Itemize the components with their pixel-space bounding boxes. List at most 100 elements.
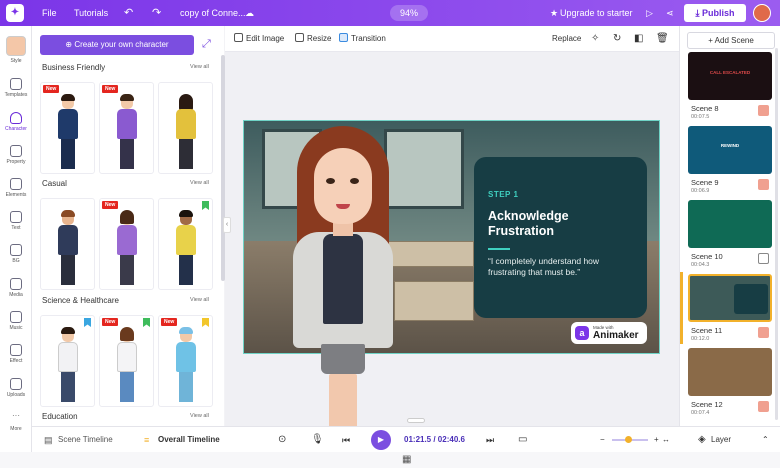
subtitle-icon[interactable]: ▭	[518, 427, 527, 453]
zoom-in-icon[interactable]: +	[654, 427, 659, 453]
play-button[interactable]: ▶	[371, 430, 391, 450]
transition-icon	[339, 33, 348, 42]
share-icon[interactable]: ⋖	[666, 0, 674, 26]
character-neck	[333, 222, 353, 236]
rail-label: Elements	[5, 192, 27, 198]
scene-thumbnail[interactable]: CALL ESCALATED	[688, 52, 772, 100]
timeline-resize-handle[interactable]	[407, 418, 425, 423]
left-rail: Style Templates Character Property Eleme…	[0, 26, 32, 468]
rail-templates[interactable]: Templates	[0, 78, 32, 98]
rail-effect[interactable]: Effect	[0, 344, 32, 364]
rail-more[interactable]: ··· More	[0, 412, 32, 433]
scene-thumbnail[interactable]	[688, 348, 772, 396]
scene-thumbnail-active[interactable]	[688, 274, 772, 322]
create-character-label: Create your own character	[74, 40, 169, 49]
character-card[interactable]	[158, 82, 213, 174]
expand-icon[interactable]: ⤢	[202, 38, 214, 50]
user-avatar[interactable]	[753, 4, 771, 22]
character-figure	[175, 210, 197, 287]
replace-button[interactable]: Replace	[552, 26, 581, 52]
collapse-panel-icon[interactable]: ‹	[223, 217, 231, 233]
selected-character[interactable]	[279, 126, 409, 428]
view-all-link[interactable]: View all	[190, 64, 209, 70]
magic-wand-icon[interactable]: ✧	[591, 26, 599, 52]
effect-icon	[10, 344, 22, 356]
scenes-scrollbar[interactable]	[775, 48, 778, 420]
rail-text[interactable]: Text	[0, 211, 32, 231]
animaker-logo-icon[interactable]: ✦	[6, 4, 24, 22]
grid-icon[interactable]: ▦	[402, 454, 411, 465]
rail-music[interactable]: Music	[0, 311, 32, 331]
resize-button[interactable]: Resize	[295, 26, 331, 52]
watermark-brand: Animaker	[593, 330, 639, 341]
upgrade-link[interactable]: Upgrade to starter	[560, 0, 633, 26]
thumb-panel	[734, 284, 768, 314]
new-badge: New	[102, 85, 119, 93]
stage-area: ‹ STEP 1 Acknowledge Frustration “I comp…	[223, 52, 679, 428]
media-icon	[10, 278, 22, 290]
character-mouth	[336, 204, 350, 209]
microphone-icon[interactable]: 🎙	[311, 427, 324, 453]
add-scene-button[interactable]: + Add Scene	[687, 32, 775, 49]
scene-name: Scene 11	[691, 326, 723, 335]
rail-character[interactable]: Character	[0, 112, 32, 132]
uploads-icon	[10, 378, 22, 390]
rail-style[interactable]: Style	[0, 36, 32, 64]
rail-media[interactable]: Media	[0, 278, 32, 298]
view-all-link[interactable]: View all	[190, 413, 209, 419]
transition-button[interactable]: Transition	[339, 26, 386, 52]
redo-icon[interactable]: ↷	[152, 0, 161, 26]
step-heading: Acknowledge Frustration	[488, 209, 569, 238]
reset-icon[interactable]: ↻	[613, 26, 621, 52]
slider-knob[interactable]	[625, 436, 632, 443]
flip-icon[interactable]: ◧	[634, 26, 643, 52]
timeline-zoom-slider[interactable]	[612, 436, 648, 443]
character-card[interactable]: New	[40, 82, 95, 174]
scene-timeline-tab[interactable]: Scene Timeline	[58, 427, 113, 453]
create-character-button[interactable]: ⊕ Create your own character	[40, 35, 194, 55]
view-all-link[interactable]: View all	[190, 180, 209, 186]
delete-icon[interactable]: 🗑	[656, 26, 669, 52]
view-all-link[interactable]: View all	[190, 297, 209, 303]
preview-play-icon[interactable]: ▷	[646, 0, 653, 26]
zoom-level[interactable]: 94%	[390, 5, 429, 21]
zoom-out-icon[interactable]: −	[600, 427, 605, 453]
character-card[interactable]: New	[158, 315, 213, 407]
rail-label: Music	[9, 325, 23, 331]
undo-icon[interactable]: ↶	[124, 0, 133, 26]
focus-icon[interactable]: ⊙	[278, 427, 286, 453]
tutorials-menu[interactable]: Tutorials	[74, 0, 108, 26]
scene-thumbnail[interactable]: REWIND	[688, 126, 772, 174]
character-card[interactable]	[40, 315, 95, 407]
rail-label: Character	[5, 126, 27, 132]
character-figure	[57, 327, 79, 404]
rail-uploads[interactable]: Uploads	[0, 378, 32, 398]
project-name[interactable]: copy of Conne...	[180, 0, 246, 26]
character-card[interactable]: New	[99, 198, 154, 290]
character-card[interactable]	[158, 198, 213, 290]
rail-bg[interactable]: BG	[0, 244, 32, 264]
rail-property[interactable]: Property	[0, 145, 32, 165]
character-card[interactable]: New	[99, 315, 154, 407]
previous-icon[interactable]: ⏮	[342, 427, 350, 453]
file-menu[interactable]: File	[42, 0, 57, 26]
rail-elements[interactable]: Elements	[0, 178, 32, 198]
edit-image-button[interactable]: Edit Image	[234, 26, 284, 52]
overall-timeline-tab[interactable]: Overall Timeline	[158, 427, 220, 453]
expand-timeline-icon[interactable]: ⌃	[762, 427, 769, 453]
transition-label: Transition	[351, 34, 386, 43]
layer-button[interactable]: Layer	[711, 427, 731, 453]
timecode: 01:21.5 / 02:40.6	[404, 435, 465, 444]
scene-name: Scene 9	[691, 178, 719, 187]
character-card[interactable]	[40, 198, 95, 290]
fit-width-icon[interactable]: ↔	[662, 427, 670, 453]
publish-button[interactable]: ⤓ Publish	[684, 4, 746, 22]
edit-image-label: Edit Image	[246, 34, 285, 43]
next-icon[interactable]: ⏭	[486, 427, 494, 453]
scene-name: Scene 12	[691, 400, 723, 409]
scene-duration: 00:06.9	[691, 188, 710, 194]
bookmark-icon	[143, 318, 150, 327]
scene-thumbnail[interactable]	[688, 200, 772, 248]
character-card[interactable]: New	[99, 82, 154, 174]
resize-icon	[295, 33, 304, 42]
